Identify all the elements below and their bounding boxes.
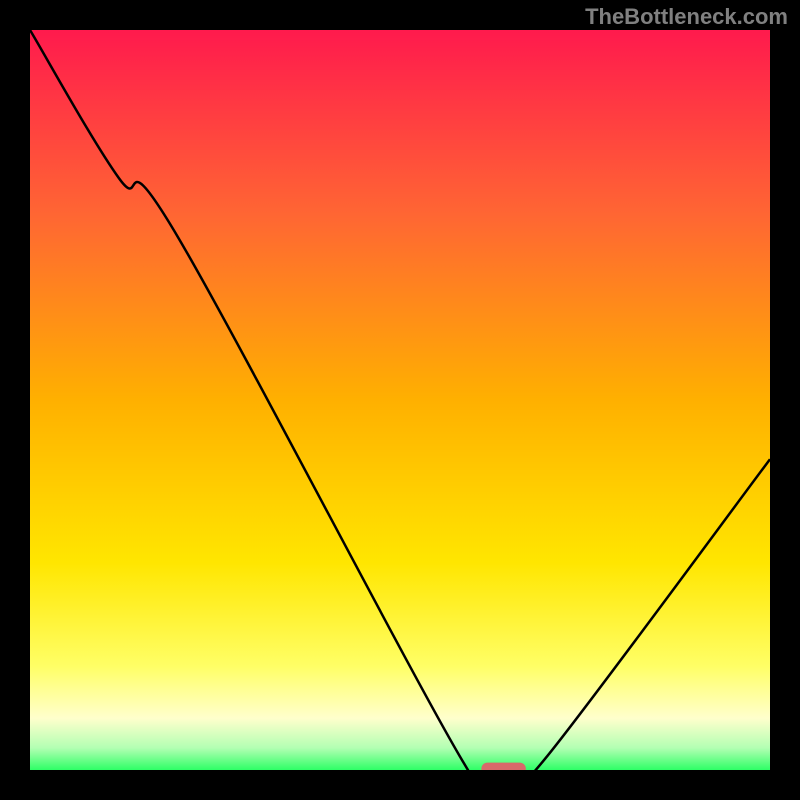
watermark-text: TheBottleneck.com	[585, 4, 788, 30]
bottleneck-chart	[0, 0, 800, 800]
gradient-background	[30, 30, 770, 770]
chart-container: TheBottleneck.com	[0, 0, 800, 800]
